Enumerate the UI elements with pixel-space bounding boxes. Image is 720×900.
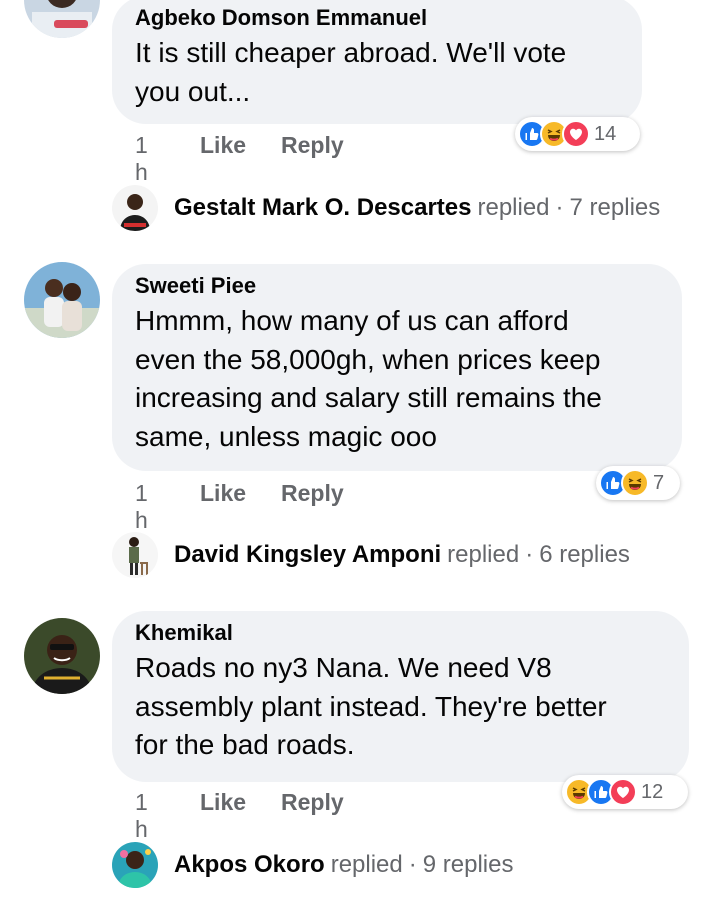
comment-text: It is still cheaper abroad. We'll vote y… xyxy=(135,37,567,107)
reaction-count: 12 xyxy=(641,780,664,803)
separator: · xyxy=(525,541,534,568)
comment-author[interactable]: Agbeko Domson Emmanuel xyxy=(135,6,618,30)
reply-author: Akpos Okoro xyxy=(174,851,325,878)
reply-button[interactable]: Reply xyxy=(281,132,344,159)
reaction-count: 14 xyxy=(594,122,617,145)
like-button[interactable]: Like xyxy=(200,789,246,816)
like-button[interactable]: Like xyxy=(200,132,246,159)
reply-count: 6 replies xyxy=(539,541,630,568)
avatar[interactable] xyxy=(24,618,100,694)
replied-label: replied xyxy=(330,851,403,878)
reply-button[interactable]: Reply xyxy=(281,789,344,816)
reply-avatar xyxy=(112,842,158,888)
reaction-summary[interactable]: 14 xyxy=(515,117,640,151)
like-button[interactable]: Like xyxy=(200,480,246,507)
comment-bubble: Sweeti Piee Hmmm, how many of us can aff… xyxy=(112,264,682,471)
avatar[interactable] xyxy=(24,262,100,338)
reply-count: 9 replies xyxy=(422,851,514,878)
haha-reaction-icon xyxy=(621,469,649,497)
comment-author[interactable]: Sweeti Piee xyxy=(135,274,658,298)
view-replies[interactable]: David Kingsley Amponi replied · 6 replie… xyxy=(112,532,630,578)
comment-author[interactable]: Khemikal xyxy=(135,621,665,645)
reaction-summary[interactable]: 12 xyxy=(562,775,688,809)
reply-button[interactable]: Reply xyxy=(281,480,344,507)
reply-avatar xyxy=(112,185,158,231)
comment-bubble: Khemikal Roads no ny3 Nana. We need V8 a… xyxy=(112,611,689,782)
love-reaction-icon xyxy=(609,778,637,806)
replied-label: replied xyxy=(477,194,550,221)
love-reaction-icon xyxy=(562,120,590,148)
comment-time[interactable]: 1 h xyxy=(135,480,148,534)
comment-bubble: Agbeko Domson Emmanuel It is still cheap… xyxy=(112,0,642,124)
comment-time[interactable]: 1 h xyxy=(135,132,148,186)
replied-label: replied xyxy=(447,541,520,568)
reply-avatar xyxy=(112,532,158,578)
separator: · xyxy=(408,851,417,878)
reply-count: 7 replies xyxy=(569,194,661,221)
view-replies[interactable]: Akpos Okoro replied · 9 replies xyxy=(112,842,513,888)
separator: · xyxy=(555,194,564,221)
comment-text: Roads no ny3 Nana. We need V8 assembly p… xyxy=(135,652,607,760)
view-replies[interactable]: Gestalt Mark O. Descartes replied · 7 re… xyxy=(112,185,660,231)
reaction-count: 7 xyxy=(653,471,665,494)
reply-author: David Kingsley Amponi xyxy=(174,541,442,568)
comment-time[interactable]: 1 h xyxy=(135,789,148,843)
reply-author: Gestalt Mark O. Descartes xyxy=(174,194,472,221)
avatar[interactable] xyxy=(24,0,100,38)
reaction-summary[interactable]: 7 xyxy=(596,466,680,500)
comment-text: Hmmm, how many of us can afford even the… xyxy=(135,305,602,452)
